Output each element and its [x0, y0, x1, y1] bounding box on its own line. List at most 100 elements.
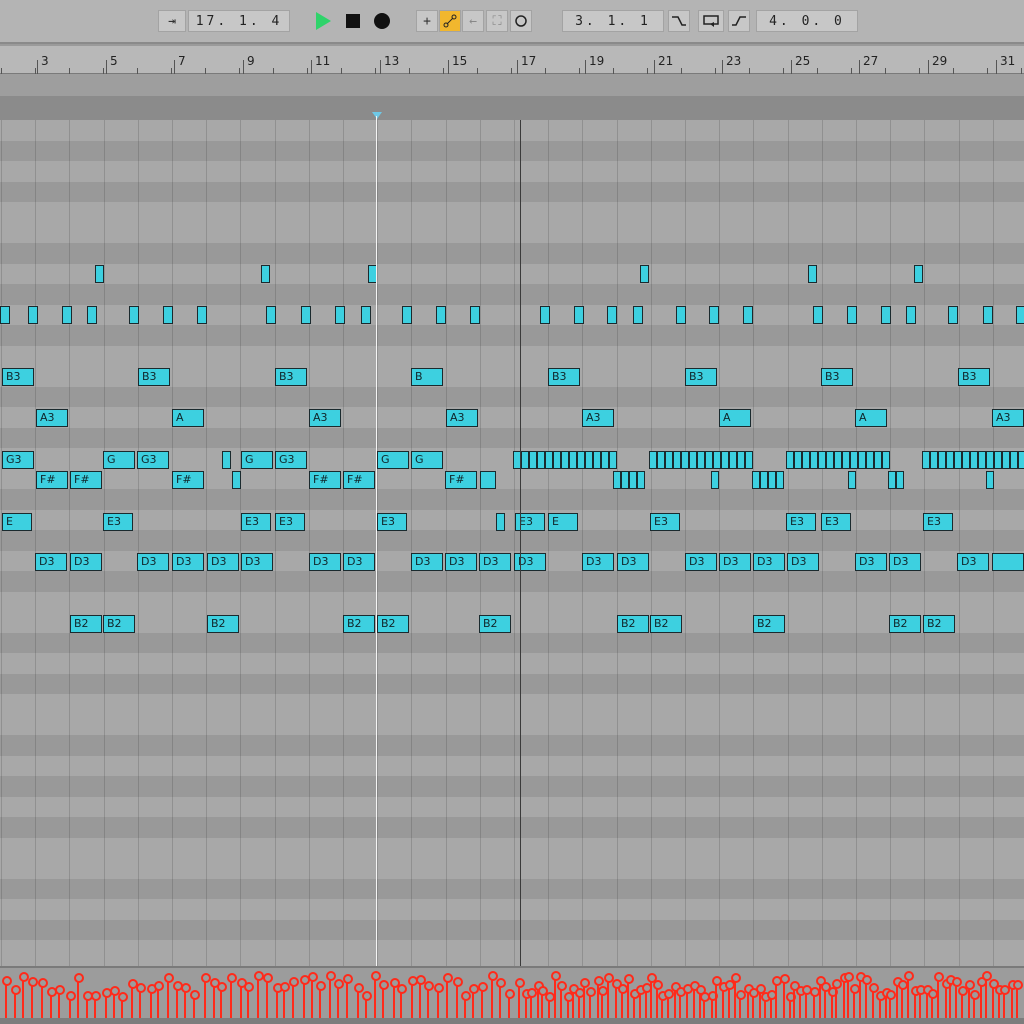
midi-note[interactable]: D3: [957, 553, 989, 571]
velocity-stem[interactable]: [907, 979, 909, 1018]
velocity-stem[interactable]: [303, 983, 305, 1018]
velocity-stem[interactable]: [747, 992, 749, 1018]
midi-note[interactable]: E3: [650, 513, 680, 531]
stop-button[interactable]: [342, 10, 364, 32]
midi-note-editor[interactable]: B3 B3 B3 B B3 B3 B3 B3 A3 A A3 A3 A3 A A A3 G3 G G3 G G3 G G F#…: [0, 120, 1024, 966]
velocity-stem[interactable]: [329, 979, 331, 1018]
velocity-stem[interactable]: [578, 996, 580, 1018]
midi-note[interactable]: [529, 451, 537, 469]
midi-note[interactable]: [808, 265, 817, 283]
midi-note[interactable]: E3: [241, 513, 271, 531]
velocity-stem[interactable]: [167, 981, 169, 1018]
velocity-stem[interactable]: [541, 994, 543, 1018]
midi-note[interactable]: D3: [685, 553, 717, 571]
velocity-stem[interactable]: [843, 981, 845, 1018]
midi-note[interactable]: F#: [70, 471, 102, 489]
overdub-button[interactable]: +: [416, 10, 438, 32]
velocity-stem[interactable]: [764, 1000, 766, 1018]
velocity-handle[interactable]: [557, 981, 567, 991]
velocity-handle[interactable]: [434, 983, 444, 993]
velocity-stem[interactable]: [633, 997, 635, 1018]
velocity-stem[interactable]: [69, 999, 71, 1018]
midi-note[interactable]: [888, 471, 896, 489]
midi-note[interactable]: [577, 451, 585, 469]
midi-note[interactable]: [978, 451, 986, 469]
midi-note[interactable]: D3: [889, 553, 921, 571]
velocity-handle[interactable]: [965, 980, 975, 990]
midi-note[interactable]: [261, 265, 270, 283]
midi-note[interactable]: [858, 451, 866, 469]
midi-note[interactable]: B2: [617, 615, 649, 633]
midi-note[interactable]: [545, 451, 553, 469]
midi-note[interactable]: [402, 306, 412, 324]
velocity-stem[interactable]: [945, 987, 947, 1018]
velocity-stem[interactable]: [752, 996, 754, 1018]
midi-note[interactable]: B3: [685, 368, 717, 386]
midi-note[interactable]: [222, 451, 231, 469]
midi-note[interactable]: [436, 306, 446, 324]
midi-note[interactable]: B: [411, 368, 443, 386]
midi-note[interactable]: [561, 451, 569, 469]
velocity-stem[interactable]: [859, 980, 861, 1018]
velocity-handle[interactable]: [190, 990, 200, 1000]
velocity-stem[interactable]: [393, 986, 395, 1018]
velocity-handle[interactable]: [397, 984, 407, 994]
back-to-arrangement-button[interactable]: ←: [462, 10, 484, 32]
midi-note[interactable]: B3: [138, 368, 170, 386]
loop-brace-area[interactable]: [0, 96, 1024, 120]
midi-note[interactable]: [629, 471, 637, 489]
midi-note[interactable]: [129, 306, 139, 324]
velocity-handle[interactable]: [263, 973, 273, 983]
midi-note[interactable]: [794, 451, 802, 469]
velocity-stem[interactable]: [679, 995, 681, 1018]
midi-note[interactable]: D3: [70, 553, 102, 571]
midi-note[interactable]: B3: [275, 368, 307, 386]
midi-note[interactable]: [657, 451, 665, 469]
midi-note[interactable]: [95, 265, 104, 283]
midi-note[interactable]: [470, 306, 480, 324]
record-button[interactable]: [371, 10, 393, 32]
velocity-stem[interactable]: [113, 994, 115, 1018]
midi-note[interactable]: [914, 265, 923, 283]
velocity-stem[interactable]: [41, 986, 43, 1018]
velocity-handle[interactable]: [624, 974, 634, 984]
midi-note[interactable]: G: [377, 451, 409, 469]
midi-note[interactable]: D3: [137, 553, 169, 571]
midi-note[interactable]: [962, 451, 970, 469]
velocity-stem[interactable]: [955, 985, 957, 1018]
velocity-stem[interactable]: [572, 992, 574, 1018]
midi-note[interactable]: [818, 451, 826, 469]
midi-note[interactable]: [496, 513, 505, 531]
punch-out-button[interactable]: [728, 10, 750, 32]
midi-note[interactable]: [621, 471, 629, 489]
velocity-stem[interactable]: [980, 985, 982, 1018]
velocity-stem[interactable]: [853, 992, 855, 1018]
midi-note[interactable]: [301, 306, 311, 324]
midi-note[interactable]: D3: [719, 553, 751, 571]
velocity-stem[interactable]: [50, 995, 52, 1018]
velocity-handle[interactable]: [118, 992, 128, 1002]
velocity-handle[interactable]: [551, 971, 561, 981]
midi-note[interactable]: [948, 306, 958, 324]
midi-note[interactable]: [163, 306, 173, 324]
velocity-stem[interactable]: [813, 995, 815, 1018]
punch-in-button[interactable]: [668, 10, 690, 32]
midi-note[interactable]: [711, 471, 719, 489]
midi-note[interactable]: [585, 451, 593, 469]
velocity-stem[interactable]: [548, 1000, 550, 1018]
velocity-stem[interactable]: [831, 995, 833, 1018]
midi-note[interactable]: [335, 306, 345, 324]
midi-note[interactable]: B3: [548, 368, 580, 386]
midi-note[interactable]: [197, 306, 207, 324]
midi-note[interactable]: [1010, 451, 1018, 469]
midi-note[interactable]: [640, 265, 649, 283]
midi-note[interactable]: [0, 306, 10, 324]
midi-note[interactable]: A3: [446, 409, 478, 427]
velocity-stem[interactable]: [805, 993, 807, 1018]
midi-note[interactable]: [768, 471, 776, 489]
midi-note[interactable]: [637, 471, 645, 489]
velocity-stem[interactable]: [337, 987, 339, 1018]
velocity-stem[interactable]: [525, 997, 527, 1018]
velocity-stem[interactable]: [427, 989, 429, 1018]
midi-note[interactable]: A: [172, 409, 204, 427]
